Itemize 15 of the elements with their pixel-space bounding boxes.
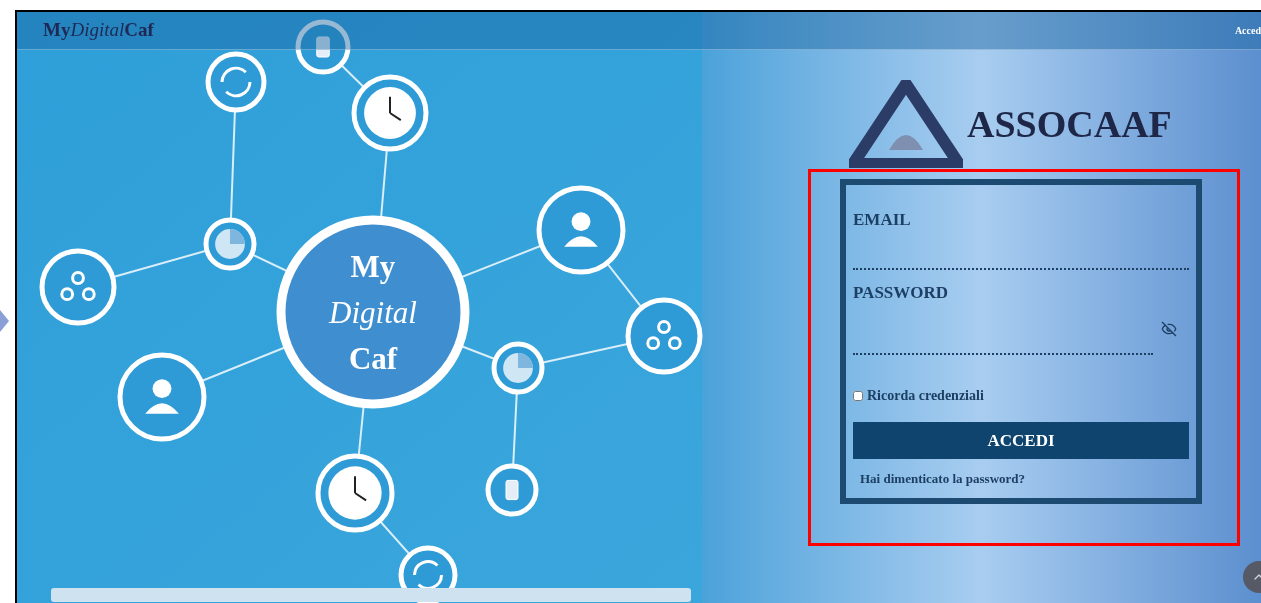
remember-label: Ricorda credenziali bbox=[867, 387, 984, 405]
eye-off-icon[interactable] bbox=[1161, 321, 1177, 337]
field-label: PASSWORD bbox=[853, 284, 950, 301]
center-label: Digital bbox=[329, 294, 417, 332]
arrow-icon bbox=[0, 310, 9, 332]
login-button[interactable]: ACCEDI bbox=[853, 422, 1189, 459]
field-label: EMAIL bbox=[853, 211, 912, 228]
login-link[interactable]: Acced bbox=[1234, 23, 1261, 38]
forgot-password-link[interactable]: Hai dimenticato la password? bbox=[860, 469, 1189, 489]
triangle-logo-icon bbox=[849, 80, 963, 168]
remember-checkbox[interactable] bbox=[853, 390, 863, 401]
site-logo[interactable]: MyDigitalCaf bbox=[43, 16, 154, 45]
center-label: My bbox=[350, 248, 396, 286]
center-label: Caf bbox=[348, 340, 398, 378]
brand-name: ASSOCAAF bbox=[967, 105, 1172, 143]
